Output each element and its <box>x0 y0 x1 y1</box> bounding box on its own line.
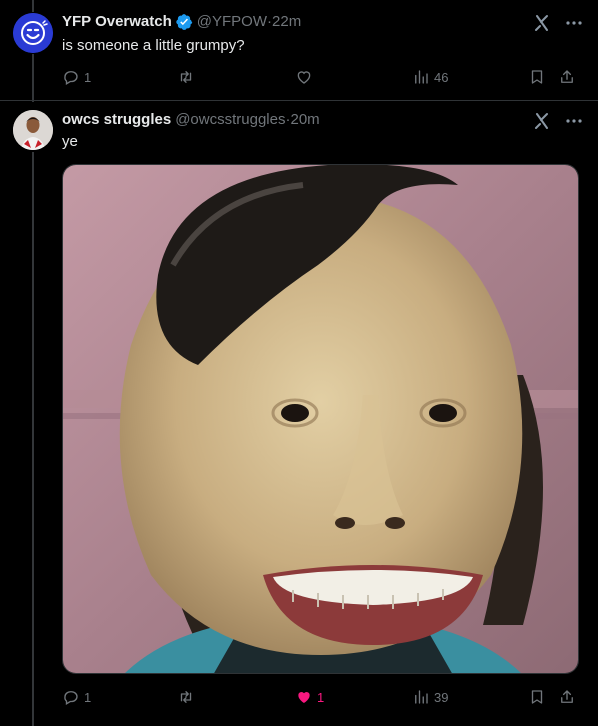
repost-icon <box>180 691 192 703</box>
profile-photo-icon <box>13 110 53 150</box>
bookmark-icon <box>531 70 543 84</box>
heart-filled-icon <box>298 692 310 703</box>
avatar[interactable] <box>13 13 53 53</box>
bookmark-icon <box>531 690 543 704</box>
tweet-text: ye <box>62 133 78 150</box>
reply-icon <box>64 691 78 705</box>
bookmark-button[interactable] <box>528 67 546 87</box>
reply-button[interactable]: 1 <box>62 67 91 87</box>
bookmark-button[interactable] <box>528 687 546 707</box>
smiley-logo-icon <box>13 13 53 53</box>
tweet-top-actions <box>532 13 584 33</box>
reply-icon <box>64 71 78 85</box>
tweet-header: YFP Overwatch @YFPOW · 22m <box>62 12 301 32</box>
tweet-media-image[interactable] <box>62 164 579 674</box>
reply-count: 1 <box>84 69 92 85</box>
handle[interactable]: @owcsstruggles <box>175 110 285 130</box>
view-count: 46 <box>434 69 449 85</box>
tweet-text: is someone a little grumpy? <box>62 37 245 54</box>
view-count: 39 <box>434 689 449 705</box>
views-button[interactable]: 39 <box>412 687 448 707</box>
views-icon <box>415 70 428 84</box>
timestamp[interactable]: 22m <box>272 12 301 32</box>
share-button[interactable] <box>558 687 576 707</box>
more-options-icon[interactable] <box>564 111 584 131</box>
repost-button[interactable] <box>177 67 199 87</box>
views-icon <box>415 690 428 704</box>
share-icon <box>561 70 573 83</box>
reply-button[interactable]: 1 <box>62 687 91 707</box>
views-button[interactable]: 46 <box>412 67 448 87</box>
tweet-top-actions <box>532 111 584 131</box>
like-button[interactable]: 1 <box>295 687 324 707</box>
tweet-header: owcs struggles @owcsstruggles · 20m <box>62 110 320 130</box>
grok-icon[interactable] <box>532 13 552 33</box>
like-button[interactable] <box>295 67 317 87</box>
grok-icon[interactable] <box>532 111 552 131</box>
tweet-yfp[interactable]: YFP Overwatch @YFPOW · 22m is someone a … <box>0 0 598 100</box>
share-icon <box>561 690 573 703</box>
display-name[interactable]: owcs struggles <box>62 110 171 130</box>
heart-icon <box>297 71 311 84</box>
display-name[interactable]: YFP Overwatch <box>62 12 172 32</box>
more-options-icon[interactable] <box>564 13 584 33</box>
handle[interactable]: @YFPOW <box>197 12 267 32</box>
share-button[interactable] <box>558 67 576 87</box>
repost-button[interactable] <box>177 687 199 707</box>
tweet-actions: 1 46 <box>62 67 580 87</box>
avatar[interactable] <box>13 110 53 150</box>
reply-count: 1 <box>84 689 92 705</box>
like-count: 1 <box>317 689 325 705</box>
tweet-actions: 1 1 39 <box>62 687 580 707</box>
repost-icon <box>180 71 192 83</box>
timestamp[interactable]: 20m <box>290 110 319 130</box>
verified-badge-icon <box>176 14 192 30</box>
distorted-face-photo <box>63 165 578 673</box>
